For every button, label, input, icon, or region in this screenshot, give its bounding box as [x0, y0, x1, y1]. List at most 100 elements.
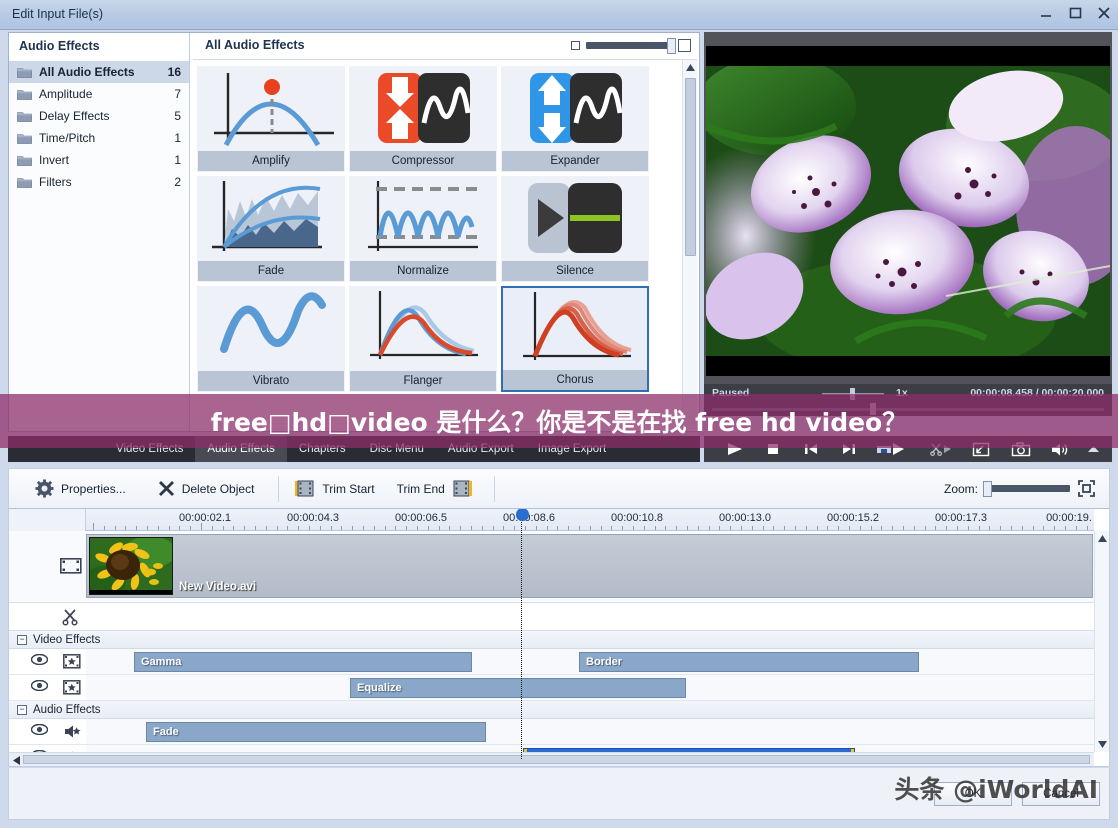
ruler-tick [385, 526, 386, 530]
scrollbar-thumb[interactable] [685, 78, 696, 256]
timeline-ruler[interactable]: 00:00:02.1 00:00:04.3 00:00:06.5 00:00:08.6… [9, 509, 1094, 531]
ruler-tick [514, 526, 515, 530]
effect-tile-compressor[interactable]: Compressor [349, 66, 497, 172]
ruler-tick [125, 526, 126, 530]
ruler-tick [827, 526, 828, 530]
effect-tile-fade[interactable]: Fade [197, 176, 345, 282]
effect-clip-fade[interactable]: Fade [146, 722, 486, 742]
timeline-hscroll-thumb[interactable] [23, 755, 1090, 764]
promo-banner-overlay: free□hd□video 是什么？你是不是在找 free hd video？ [0, 394, 1118, 448]
thumbnail-size-slider[interactable] [571, 38, 691, 54]
ruler-tick [752, 526, 753, 530]
delete-object-label: Delete Object [181, 481, 255, 496]
ruler-tick [795, 526, 796, 530]
collapse-toggle-icon[interactable]: − [17, 704, 27, 715]
effect-tile-vibrato[interactable]: Vibrato [197, 286, 345, 392]
effects-pane-title: All Audio Effects [205, 38, 305, 52]
ruler-tick [644, 526, 645, 530]
video-effect-icon[interactable] [63, 654, 81, 672]
effect-clip-border[interactable]: Border [579, 652, 919, 672]
window-controls [1038, 5, 1112, 21]
effect-group-label: Video Effects [33, 633, 101, 646]
flanger-curves-icon [350, 287, 496, 371]
ruler-tick [212, 526, 213, 530]
ruler-tick [439, 526, 440, 530]
minimize-icon[interactable] [1038, 5, 1054, 21]
maximize-icon[interactable] [1067, 5, 1083, 21]
collapse-toggle-icon[interactable]: − [17, 634, 27, 645]
effect-tile-expander[interactable]: Expander [501, 66, 649, 172]
zoom-slider-handle[interactable] [983, 481, 992, 497]
scroll-up-icon[interactable] [683, 60, 697, 75]
effect-tile-chorus[interactable]: Chorus [501, 286, 649, 392]
ruler-tick [730, 526, 731, 530]
ruler-tick [925, 526, 926, 530]
ruler-tick [892, 526, 893, 530]
category-item-amplitude[interactable]: Amplitude 7 [9, 83, 189, 105]
effect-tile-amplify[interactable]: Amplify [197, 66, 345, 172]
thumbnail-size-track[interactable] [586, 38, 676, 54]
ruler-tick [1043, 526, 1044, 530]
ruler-tick [698, 526, 699, 530]
ruler-tick [989, 526, 990, 530]
timeline-scroll-up-icon[interactable] [1095, 531, 1109, 546]
effect-clip-gamma[interactable]: Gamma [134, 652, 472, 672]
compressor-icon [350, 67, 496, 151]
folder-icon [17, 88, 32, 100]
effects-scrollbar[interactable] [682, 60, 697, 429]
ruler-tick [903, 526, 904, 530]
effect-group-video-effects[interactable]: − Video Effects [9, 631, 1094, 649]
ruler-tick [817, 526, 818, 530]
playhead[interactable] [516, 509, 529, 759]
scissors-icon[interactable] [55, 606, 87, 628]
fade-waveform-icon [198, 177, 344, 261]
category-label: Delay Effects [39, 109, 110, 123]
properties-label: Properties... [61, 481, 126, 496]
video-effect-icon[interactable] [63, 680, 81, 698]
audio-effect-icon[interactable] [63, 724, 81, 742]
visibility-eye-icon[interactable] [30, 723, 49, 738]
effect-clip-equalize[interactable]: Equalize [350, 678, 686, 698]
ruler-tick [568, 526, 569, 530]
ruler-head [9, 509, 86, 531]
timeline-horizontal-scrollbar[interactable] [9, 752, 1094, 766]
timeline-scroll-left-icon[interactable] [10, 755, 22, 765]
folder-icon [17, 66, 32, 78]
timeline-scroll-down-icon[interactable] [1095, 737, 1109, 752]
ruler-tick [1065, 526, 1066, 530]
effect-tile-normalize[interactable]: Normalize [349, 176, 497, 282]
category-item-time-pitch[interactable]: Time/Pitch 1 [9, 127, 189, 149]
effect-group-audio-effects[interactable]: − Audio Effects [9, 701, 1094, 719]
properties-button[interactable]: Properties... [9, 468, 136, 509]
toolbar-divider [278, 475, 280, 502]
category-item-all-audio-effects[interactable]: All Audio Effects 16 [9, 61, 189, 83]
effect-tile-silence[interactable]: Silence [501, 176, 649, 282]
trim-start-button[interactable]: Trim Start [283, 468, 384, 509]
category-item-invert[interactable]: Invert 1 [9, 149, 189, 171]
zoom-slider-track[interactable] [983, 481, 1070, 497]
folder-icon [17, 110, 32, 122]
ruler-tick-label: 00:00:06.5 [395, 512, 447, 524]
thumbnail-size-handle[interactable] [667, 38, 676, 54]
close-icon[interactable] [1096, 5, 1112, 21]
trim-end-button[interactable]: Trim End [385, 468, 482, 509]
ruler-tick [1033, 526, 1034, 530]
ruler-tick [169, 526, 170, 530]
ruler-tick [104, 526, 105, 530]
timeline-vertical-scrollbar[interactable] [1094, 531, 1109, 752]
ruler-tick [763, 526, 764, 530]
playhead-handle[interactable] [516, 509, 529, 521]
visibility-eye-icon[interactable] [30, 653, 49, 668]
category-item-delay-effects[interactable]: Delay Effects 5 [9, 105, 189, 127]
delete-object-button[interactable]: Delete Object [136, 468, 265, 509]
visibility-eye-icon[interactable] [30, 679, 49, 694]
ruler-tick [136, 526, 137, 530]
effect-tile-label: Fade [198, 261, 344, 281]
video-clip[interactable]: New Video.avi [86, 534, 1093, 598]
ruler-tick-label: 00:00:04.3 [287, 512, 339, 524]
effect-tile-label: Silence [502, 261, 648, 281]
category-tree: All Audio Effects 16 Amplitude 7 Delay Effec… [9, 59, 189, 193]
effect-tile-flanger[interactable]: Flanger [349, 286, 497, 392]
ruler-tick [179, 526, 180, 530]
category-item-filters[interactable]: Filters 2 [9, 171, 189, 193]
